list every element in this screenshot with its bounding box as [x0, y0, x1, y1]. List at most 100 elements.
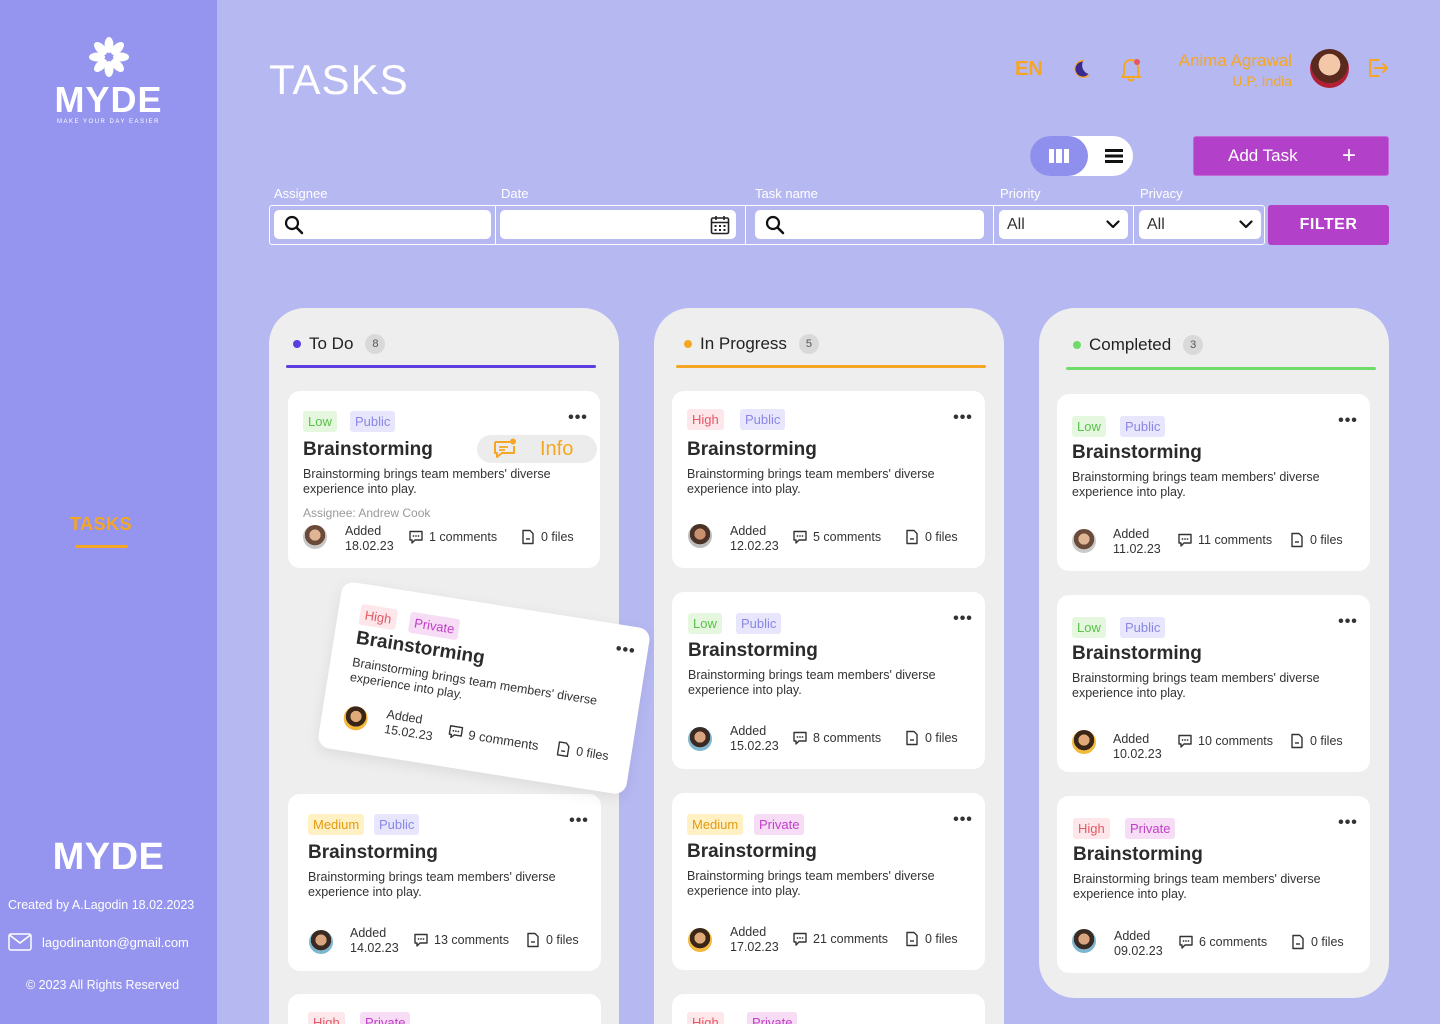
task-card[interactable]: Low Public ••• Brainstorming Brainstormi…	[1057, 394, 1370, 571]
added-date: Added 15.02.23	[383, 707, 434, 744]
column-in-progress: In Progress 5 High Public ••• Brainstorm…	[654, 308, 1004, 1024]
more-options-icon[interactable]: •••	[613, 640, 638, 660]
filter-divider	[745, 205, 746, 245]
task-card[interactable]: High Private	[288, 994, 601, 1024]
page-title: TASKS	[269, 56, 409, 103]
card-description: Brainstorming brings team members' diver…	[687, 869, 935, 898]
added-date: Added 14.02.23	[350, 926, 399, 955]
files-count[interactable]: 0 files	[525, 932, 579, 948]
comments-count[interactable]: 11 comments	[1177, 532, 1272, 548]
priority-select[interactable]: All	[999, 210, 1128, 239]
task-card[interactable]: High Private	[672, 994, 985, 1024]
more-options-icon[interactable]: •••	[951, 611, 975, 627]
more-options-icon[interactable]: •••	[951, 812, 975, 828]
comment-icon	[792, 931, 808, 947]
task-card[interactable]: Low Public ••• Brainstorming Brainstormi…	[1057, 595, 1370, 772]
avatar	[1072, 529, 1096, 553]
added-date: Added 17.02.23	[730, 925, 779, 954]
calendar-icon	[710, 215, 730, 234]
privacy-select[interactable]: All	[1139, 210, 1261, 239]
filter-divider	[495, 205, 496, 245]
priority-tag: Medium	[687, 814, 744, 835]
assignee-search-input[interactable]	[274, 210, 491, 239]
logout-icon[interactable]	[1367, 57, 1389, 79]
card-title: Brainstorming	[308, 842, 438, 863]
comments-count[interactable]: 9 comments	[447, 723, 540, 753]
filter-button[interactable]: FILTER	[1268, 205, 1389, 245]
comment-icon	[792, 730, 808, 746]
avatar	[341, 704, 370, 733]
column-title: In Progress	[700, 334, 787, 353]
card-title: Brainstorming	[1073, 844, 1203, 865]
more-options-icon[interactable]: •••	[567, 813, 591, 829]
files-count[interactable]: 0 files	[1289, 532, 1343, 548]
comments-count[interactable]: 8 comments	[792, 730, 881, 746]
comments-count[interactable]: 1 comments	[408, 529, 497, 545]
files-count[interactable]: 0 files	[904, 529, 958, 545]
info-button[interactable]: Info	[477, 435, 597, 463]
task-card[interactable]: High Private ••• Brainstorming Brainstor…	[1057, 796, 1370, 973]
task-card[interactable]: Low Public ••• Brainstorming Brainstormi…	[672, 592, 985, 769]
files-count[interactable]: 0 files	[1290, 934, 1344, 950]
priority-tag: Low	[303, 411, 337, 432]
language-selector[interactable]: EN	[1015, 58, 1043, 81]
column-title: Completed	[1089, 335, 1172, 354]
task-card[interactable]: Medium Public ••• Brainstorming Brainsto…	[288, 794, 601, 971]
file-icon	[554, 740, 572, 758]
more-options-icon[interactable]: •••	[1336, 815, 1360, 831]
card-description: Brainstorming brings team members' diver…	[1072, 671, 1320, 700]
task-card[interactable]: High Public ••• Brainstorming Brainstorm…	[672, 391, 985, 568]
priority-tag: Low	[1072, 416, 1106, 437]
card-description: Brainstorming brings team members' diver…	[303, 467, 551, 496]
moon-icon[interactable]	[1072, 58, 1092, 80]
date-label: Date	[501, 186, 529, 201]
more-options-icon[interactable]: •••	[566, 410, 590, 426]
footer-brand: MYDE	[52, 836, 165, 878]
email-link[interactable]: lagodinanton@gmail.com	[8, 932, 189, 952]
task-card[interactable]: Low Public ••• Brainstorming Info Brains…	[288, 391, 600, 568]
comments-count[interactable]: 10 comments	[1177, 733, 1273, 749]
file-icon	[1289, 532, 1305, 548]
column-underline	[676, 365, 986, 368]
card-title: Brainstorming	[1072, 643, 1202, 664]
more-options-icon[interactable]: •••	[1336, 614, 1360, 630]
files-count[interactable]: 0 files	[1289, 733, 1343, 749]
priority-tag: Low	[688, 613, 722, 634]
task-name-search-input[interactable]	[755, 210, 984, 239]
chevron-down-icon	[1106, 220, 1120, 229]
added-date: Added 12.02.23	[730, 524, 779, 553]
files-count[interactable]: 0 files	[520, 529, 574, 545]
filter-divider	[993, 205, 994, 245]
more-options-icon[interactable]: •••	[951, 410, 975, 426]
board-view-button[interactable]	[1030, 136, 1088, 176]
file-icon	[525, 932, 541, 948]
column-underline	[286, 365, 596, 368]
list-view-button[interactable]	[1094, 136, 1133, 176]
more-options-icon[interactable]: •••	[1336, 413, 1360, 429]
created-by-text: Created by A.Lagodin 18.02.2023	[8, 898, 195, 912]
sidebar-item-tasks[interactable]: TASKS	[70, 514, 132, 535]
add-task-button[interactable]: Add Task +	[1193, 136, 1389, 176]
user-avatar[interactable]	[1310, 49, 1349, 88]
date-input[interactable]	[500, 210, 736, 239]
user-location: U.P, India	[1232, 73, 1292, 89]
files-count[interactable]: 0 files	[904, 931, 958, 947]
logo[interactable]: MYDE MAKE YOUR DAY EASIER	[0, 34, 217, 125]
task-card[interactable]: Medium Private ••• Brainstorming Brainst…	[672, 793, 985, 970]
comments-count[interactable]: 6 comments	[1178, 934, 1267, 950]
files-count[interactable]: 0 files	[904, 730, 958, 746]
priority-tag: Medium	[308, 814, 365, 835]
status-dot	[1073, 341, 1081, 349]
card-description: Brainstorming brings team members' diver…	[1073, 872, 1321, 901]
bell-icon[interactable]	[1120, 57, 1142, 83]
files-count[interactable]: 0 files	[554, 740, 610, 764]
avatar	[1072, 730, 1096, 754]
avatar	[688, 524, 712, 548]
comments-count[interactable]: 5 comments	[792, 529, 881, 545]
comment-icon	[408, 529, 424, 545]
comments-count[interactable]: 21 comments	[792, 931, 888, 947]
flower-logo-icon	[88, 37, 129, 77]
privacy-tag: Private	[754, 814, 805, 835]
comments-count[interactable]: 13 comments	[413, 932, 509, 948]
file-icon	[904, 730, 920, 746]
